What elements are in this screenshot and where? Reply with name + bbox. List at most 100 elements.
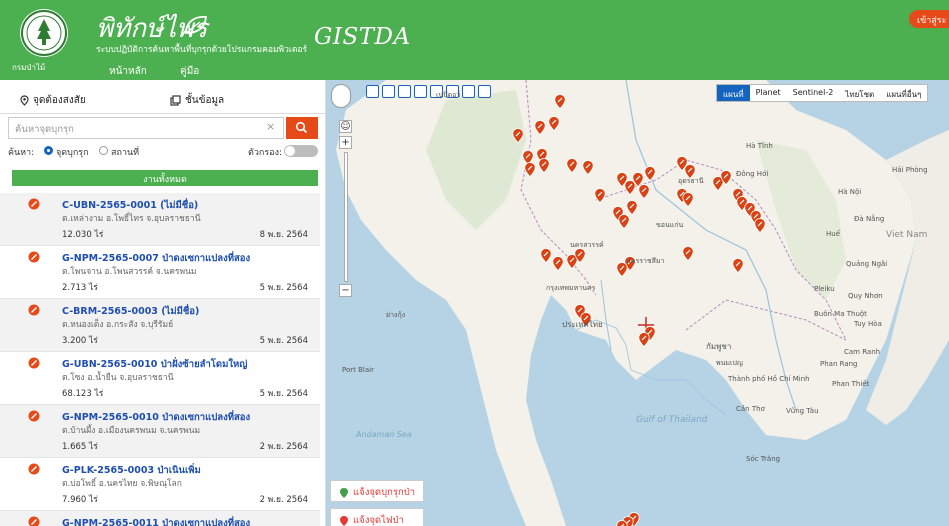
intrusion-pin-icon[interactable] <box>566 158 578 173</box>
place-label: กรุงเทพมหานคร <box>546 284 596 292</box>
royal-forest-department-logo <box>20 9 68 57</box>
intrusion-pin-icon[interactable] <box>626 200 638 215</box>
item-area: 1.665 ไร่ <box>62 442 98 452</box>
radio-place[interactable] <box>99 146 108 155</box>
sidebar: จุดต้องสงสัย ชั้นข้อมูล ค้นหาจุดบุกรุก ×… <box>0 80 326 526</box>
intrusion-pin-icon[interactable] <box>534 120 546 135</box>
intrusion-pin-icon[interactable] <box>594 188 606 203</box>
map-type-map[interactable]: แผนที่ <box>717 85 750 101</box>
intrusion-pin-icon[interactable] <box>682 192 694 207</box>
item-location: ต.โซง อ.น้ำยืน จ.อุบลราชธานี <box>62 373 174 383</box>
list-item[interactable]: C-BRM-2565-0003 (ไม่มีชื่อ) ต.หนองเต็ง อ… <box>0 299 320 352</box>
clear-icon[interactable] <box>398 85 411 98</box>
zoom-in-button[interactable]: + <box>339 136 352 149</box>
intrusion-pin-icon[interactable] <box>538 158 550 173</box>
clear-search-icon[interactable]: × <box>266 120 275 133</box>
place-label: อุดรธานี <box>678 177 704 185</box>
report-fire-button[interactable]: แจ้งจุดไฟป่า <box>330 508 424 526</box>
place-label: กัมพูชา <box>706 342 732 351</box>
place-label: Buôn Ma Thuột <box>814 310 867 318</box>
intrusion-pin-icon[interactable] <box>616 520 628 526</box>
draw-line-icon[interactable] <box>366 85 379 98</box>
zoom-out-button[interactable]: − <box>339 284 352 297</box>
place-label: Pleiku <box>814 285 835 293</box>
sea-label: Andaman Sea <box>356 430 412 439</box>
item-date: 5 พ.ย. 2564 <box>259 283 308 293</box>
pause-icon[interactable] <box>462 85 475 98</box>
list-item[interactable]: G-PLK-2565-0003 ป่าเนินเพิ่ม ต.บ่อโพธิ์ … <box>0 458 320 511</box>
intrusion-pin-icon[interactable] <box>512 128 524 143</box>
radio-place-label: สถานที่ <box>111 148 140 158</box>
all-jobs-button[interactable]: งานทั้งหมด <box>12 170 318 186</box>
top-header: กรมป่าไม้ พิทักษ์ไพร ระบบปฏิบัติการค้นหา… <box>0 0 949 83</box>
intrusion-pin-icon[interactable] <box>548 116 560 131</box>
item-location: ต.เหล่างาม อ.โพธิ์ไทร จ.อุบลราชธานี <box>62 214 201 224</box>
tab-data-layers[interactable]: ชั้นข้อมูล <box>170 93 224 108</box>
intrusion-marker-icon <box>28 516 40 526</box>
item-date: 8 พ.ย. 2564 <box>259 230 308 240</box>
search-input[interactable]: ค้นหาจุดบุกรุก <box>8 117 284 139</box>
list-item[interactable]: C-UBN-2565-0001 (ไม่มีชื่อ) ต.เหล่างาม อ… <box>0 193 320 246</box>
intrusion-pin-icon[interactable] <box>540 248 552 263</box>
intrusion-pin-icon[interactable] <box>524 162 536 177</box>
map-basemap <box>326 80 949 526</box>
map-type-sentinel[interactable]: Sentinel-2 <box>787 85 840 101</box>
item-area: 2.713 ไร่ <box>62 283 98 293</box>
filter-toggle[interactable] <box>284 145 318 157</box>
intrusion-pin-icon[interactable] <box>754 218 766 233</box>
intrusion-pin-icon[interactable] <box>638 332 650 347</box>
intrusion-pin-icon[interactable] <box>552 256 564 271</box>
search-button[interactable] <box>286 117 318 139</box>
intrusion-pin-icon[interactable] <box>582 160 594 175</box>
intrusion-marker-icon <box>28 251 40 263</box>
nav-compass-icon[interactable] <box>331 84 351 108</box>
tab-suspected-points[interactable]: จุดต้องสงสัย <box>20 93 86 108</box>
person-icon[interactable]: ☺ <box>339 120 352 133</box>
map-type-planet[interactable]: Planet <box>750 85 787 101</box>
intrusion-pin-icon[interactable] <box>720 170 732 185</box>
measure-icon[interactable] <box>382 85 395 98</box>
intrusion-pin-icon[interactable] <box>732 258 744 273</box>
intrusion-pin-icon[interactable] <box>638 184 650 199</box>
intrusion-pin-icon[interactable] <box>554 94 566 109</box>
list-item[interactable]: G-UBN-2565-0010 ป่าฝั่งซ้ายลำโดมใหญ่ ต.โ… <box>0 352 320 405</box>
radio-intrusion[interactable] <box>44 146 53 155</box>
leaf-logo-icon <box>185 16 207 34</box>
item-date: 2 พ.ย. 2564 <box>259 442 308 452</box>
intrusion-marker-icon <box>28 410 40 422</box>
nav-guide[interactable]: คู่มือ <box>180 64 199 79</box>
filter-toggle-label: ตัวกรอง: <box>248 148 283 158</box>
intrusion-pin-icon[interactable] <box>682 246 694 261</box>
search-icon <box>295 121 308 134</box>
list-item[interactable]: G-NPM-2565-0007 ป่าดงเซกาแปลงที่สอง ต.โพ… <box>0 246 320 299</box>
login-button[interactable]: เข้าสู่ระ <box>909 10 949 28</box>
map-view[interactable]: แผนที่ Planet Sentinel-2 ไทยโชต แผนที่อื่นๆ … <box>326 80 949 526</box>
report-intrusion-button[interactable]: แจ้งจุดบุกรุกป่า <box>330 480 424 502</box>
place-label: Hà Tĩnh <box>746 142 773 150</box>
list-item[interactable]: G-NPM-2565-0011 ป่าดงเซกาแปลงที่สอง <box>0 511 320 526</box>
gistda-logo: GISTDA <box>314 24 411 50</box>
place-label: นครสวรรค์ <box>570 241 604 249</box>
location-icon[interactable] <box>414 85 427 98</box>
fire-pin-icon <box>340 515 348 526</box>
item-title: G-NPM-2565-0011 ป่าดงเซกาแปลงที่สอง <box>62 518 251 526</box>
intrusion-marker-icon <box>28 304 40 316</box>
intrusion-marker-icon <box>28 198 40 210</box>
intrusion-marker-icon <box>28 357 40 369</box>
item-area: 12.030 ไร่ <box>62 230 104 240</box>
map-type-thaichote[interactable]: ไทยโชต <box>839 85 880 101</box>
info-icon[interactable] <box>478 85 491 98</box>
tab-divider <box>0 113 325 114</box>
department-name: กรมป่าไม้ <box>12 63 46 72</box>
layers-icon <box>170 94 181 106</box>
zoom-slider[interactable] <box>344 152 348 282</box>
list-item[interactable]: G-NPM-2565-0010 ป่าดงเซกาแปลงที่สอง ต.บ้… <box>0 405 320 458</box>
toggle-knob <box>285 146 295 156</box>
place-label: Sóc Trăng <box>746 455 781 463</box>
report-intrusion-label: แจ้งจุดบุกรุกป่า <box>353 487 416 498</box>
place-label: Đông Hới <box>736 170 769 178</box>
tab-suspected-label: จุดต้องสงสัย <box>33 95 86 106</box>
intrusion-pin-icon[interactable] <box>618 214 630 229</box>
map-type-other[interactable]: แผนที่อื่นๆ <box>880 85 927 101</box>
intrusion-pin-icon[interactable] <box>644 166 656 181</box>
